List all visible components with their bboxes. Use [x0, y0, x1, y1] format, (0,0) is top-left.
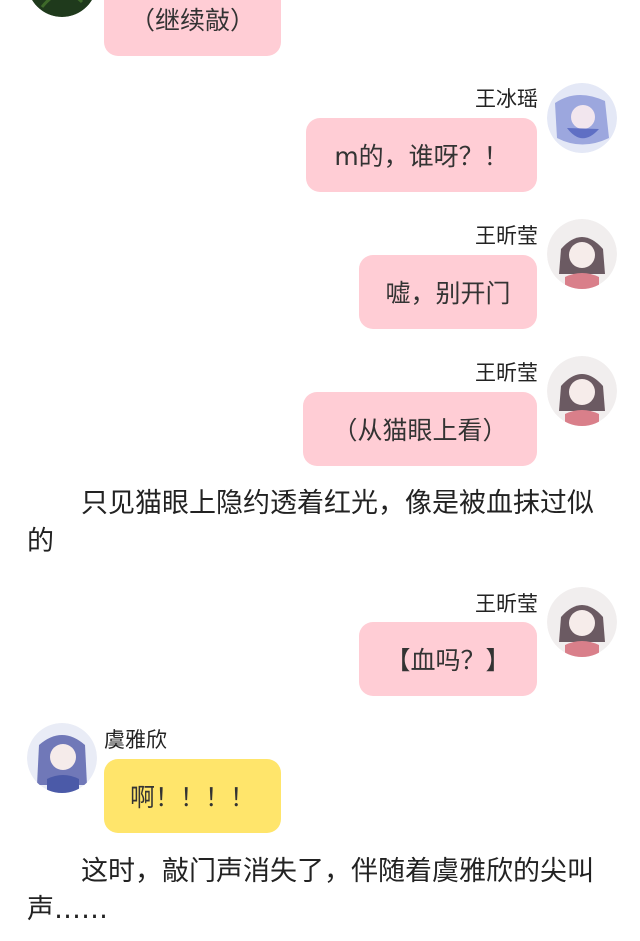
message-bubble: （继续敲） [104, 0, 281, 56]
message-bubble: m的，谁呀？！ [306, 118, 537, 192]
avatar-wang-bingyao[interactable] [547, 83, 617, 153]
narration-text: 这时，敲门声消失了，伴随着虞雅欣的尖叫声…… [27, 856, 594, 925]
avatar-wang-xinying[interactable] [547, 219, 617, 289]
narration-text: 只见猫眼上隐约透着红光，像是被血抹过似的 [27, 488, 594, 557]
sender-name: 虞雅欣 [104, 728, 167, 752]
message-bubble: 嘘，别开门 [359, 255, 537, 329]
sender-name: 王昕莹 [475, 224, 538, 248]
sender-name: 王昕莹 [475, 361, 538, 385]
message-bubble: 啊！！！！ [104, 759, 281, 833]
avatar-wang-xinying[interactable] [547, 356, 617, 426]
sender-name: 王冰瑶 [475, 87, 538, 111]
avatar-top-partial[interactable] [27, 0, 97, 17]
message-bubble: 【血吗？】 [359, 622, 537, 696]
avatar-yu-yaxin[interactable] [27, 723, 97, 793]
message-bubble: （从猫眼上看） [303, 392, 537, 466]
sender-name: 王昕莹 [475, 592, 538, 616]
avatar-wang-xinying[interactable] [547, 587, 617, 657]
